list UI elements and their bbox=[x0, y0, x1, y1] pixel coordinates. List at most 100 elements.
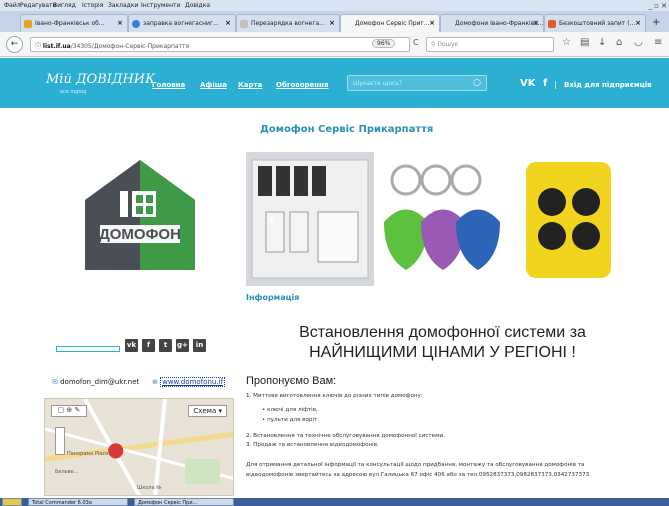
close-tab-icon[interactable]: × bbox=[225, 19, 231, 27]
menu-bookmarks[interactable]: Закладки bbox=[108, 2, 138, 9]
domofon-logo: ДОМОФОН bbox=[85, 160, 195, 270]
menu-history[interactable]: Історія bbox=[82, 2, 103, 9]
menu-hamburger-icon[interactable]: ≡ bbox=[654, 37, 662, 48]
taskbar-total-commander[interactable]: Total Commander 6.03a bbox=[28, 498, 128, 506]
map-label: Панорама Plaza bbox=[67, 451, 108, 457]
vk-icon[interactable]: VK bbox=[520, 78, 536, 89]
favicon-icon bbox=[24, 20, 32, 28]
twitter-share-icon[interactable]: t bbox=[159, 339, 172, 352]
details-line-2: відеодомофонів звертайтесь за адресою ву… bbox=[246, 472, 590, 478]
site-search-placeholder: Шукаєте щось? bbox=[353, 80, 402, 87]
email-contact[interactable]: ✉ domofon_dim@ukr.net bbox=[52, 378, 139, 386]
tab-domofony[interactable]: Домофони Івано-Франківс... × bbox=[440, 14, 544, 32]
headline-line-1: Встановлення домофонної системи за bbox=[299, 324, 586, 341]
website-link[interactable]: www.domofonu.if bbox=[160, 377, 225, 387]
library-icon[interactable]: ▤ bbox=[580, 37, 589, 48]
tab-title: Івано-Франківськ об... bbox=[35, 20, 105, 27]
tab-title: Домофон Сервіс Приг... bbox=[355, 20, 430, 27]
photo-gallery[interactable]: ‹ › bbox=[246, 152, 639, 286]
window-controls[interactable]: _ ▫ ✕ bbox=[648, 2, 667, 10]
facebook-icon[interactable]: f bbox=[543, 78, 547, 89]
zoom-control[interactable] bbox=[55, 427, 65, 455]
google-plus-share-icon[interactable]: g+ bbox=[176, 339, 189, 352]
close-tab-icon[interactable]: × bbox=[117, 19, 123, 27]
menu-help[interactable]: Довідка bbox=[185, 2, 210, 9]
bullet-text: ключі для ліфтів, bbox=[267, 407, 318, 413]
offer-bullet-2: • пульти для воріт. bbox=[262, 417, 320, 423]
map-type-select[interactable]: Схема ▾ bbox=[188, 405, 227, 417]
site-logo[interactable]: Мій ДОВІДНИК bbox=[46, 72, 155, 87]
url-path: /34305/Домофон-Сервіс-Прикарпаття bbox=[70, 43, 190, 50]
nav-afisha[interactable]: Афіша bbox=[200, 81, 227, 89]
tab-title: Перезарядка вогнега... bbox=[251, 20, 325, 27]
info-icon[interactable]: ⓘ bbox=[35, 43, 43, 50]
map-tools[interactable]: ▢ ⊕ ✎ bbox=[51, 405, 87, 417]
tab-strip: Івано-Франківськ об... × заправка вогнег… bbox=[0, 11, 669, 32]
site-search-input[interactable]: Шукаєте щось? ○ bbox=[347, 75, 487, 91]
tab-perezaryadka[interactable]: Перезарядка вогнега... × bbox=[236, 14, 340, 32]
favicon-icon bbox=[240, 20, 248, 28]
partners-login-link[interactable]: Вхід для підприємців bbox=[564, 81, 652, 89]
reload-icon[interactable]: C bbox=[413, 38, 419, 47]
tab-title: Домофони Івано-Франківс... bbox=[455, 20, 544, 27]
details-line-1: Для отримання детальної інформації та ко… bbox=[246, 462, 585, 468]
tab-info[interactable]: Інформація bbox=[246, 293, 299, 302]
nav-map[interactable]: Карта bbox=[238, 81, 262, 89]
navigation-toolbar: ← ⓘ list.if.ua/34305/Домофон-Сервіс-Прик… bbox=[0, 32, 669, 57]
nav-home[interactable]: Головна bbox=[152, 81, 185, 89]
new-tab-icon[interactable]: + bbox=[652, 17, 660, 28]
favicon-icon bbox=[548, 20, 556, 28]
location-map[interactable]: ▢ ⊕ ✎ Схема ▾ Панорама Plaza Школа № Бел… bbox=[44, 398, 234, 496]
url-bar[interactable]: ⓘ list.if.ua/34305/Домофон-Сервіс-Прикар… bbox=[30, 37, 410, 52]
linkedin-share-icon[interactable]: in bbox=[193, 339, 206, 352]
download-icon[interactable]: ↓ bbox=[598, 37, 606, 48]
tab-title: Безкоштовний запит (... bbox=[559, 20, 636, 27]
bullet-text: пульти для воріт. bbox=[267, 417, 320, 423]
map-pin-icon[interactable]: ● bbox=[107, 437, 124, 461]
menu-tools[interactable]: Інструменти bbox=[141, 2, 180, 9]
menu-edit[interactable]: Редагувати bbox=[20, 2, 56, 9]
search-placeholder: Пошук bbox=[437, 41, 459, 48]
start-button[interactable] bbox=[2, 498, 22, 506]
tab-ivano-frankivsk[interactable]: Івано-Франківськ об... × bbox=[20, 14, 128, 32]
menu-bar: Файл Редагувати Вигляд Історія Закладки … bbox=[0, 0, 669, 11]
offer-item-2: 2. Встановлення та технічне обслуговуван… bbox=[246, 433, 445, 439]
close-tab-icon[interactable]: × bbox=[329, 19, 335, 27]
url-domain: list.if.ua bbox=[42, 43, 71, 50]
headline-line-2: НАЙНИЩИМИ ЦІНАМИ У РЕГІОНІ ! bbox=[309, 344, 576, 361]
site-tagline: все поряд bbox=[60, 89, 87, 95]
divider: | bbox=[554, 80, 557, 89]
map-type-label: Схема bbox=[193, 407, 217, 415]
close-tab-icon[interactable]: × bbox=[429, 19, 435, 27]
tab-zapravka[interactable]: заправка вогнегасниг... × bbox=[128, 14, 236, 32]
map-label: Бельве... bbox=[55, 469, 79, 475]
os-taskbar: Total Commander 6.03a Домофон Сервіс При… bbox=[0, 498, 669, 506]
offer-item-1: 1. Миттєве виготовлення ключів до різних… bbox=[246, 393, 423, 399]
back-button[interactable]: ← bbox=[6, 36, 23, 53]
website-contact[interactable]: ⊕ www.domofonu.if bbox=[152, 377, 225, 387]
pocket-icon[interactable]: ◡ bbox=[634, 37, 643, 48]
tab-zapyt[interactable]: Безкоштовний запит (... × bbox=[544, 14, 646, 32]
menu-view[interactable]: Вигляд bbox=[53, 2, 76, 9]
email-text: domofon_dim@ukr.net bbox=[60, 378, 140, 386]
close-tab-icon[interactable]: × bbox=[533, 19, 539, 27]
site-header: Мій ДОВІДНИК все поряд Головна Афіша Кар… bbox=[0, 58, 669, 108]
bookmark-star-icon[interactable]: ☆ bbox=[562, 37, 571, 48]
prev-arrow-icon: ‹ bbox=[268, 208, 277, 233]
globe-icon: ⊕ bbox=[152, 378, 158, 386]
search-icon[interactable]: ○ bbox=[473, 78, 481, 88]
home-icon[interactable]: ⌂ bbox=[616, 37, 622, 48]
share-counter bbox=[56, 346, 120, 352]
search-input[interactable]: ⚲ Пошук bbox=[426, 37, 554, 52]
menu-file[interactable]: Файл bbox=[4, 2, 21, 9]
brand-name: ДОМОФОН bbox=[99, 226, 181, 243]
close-tab-icon[interactable]: × bbox=[635, 19, 641, 27]
offer-bullet-1: • ключі для ліфтів, bbox=[262, 407, 318, 413]
taskbar-browser[interactable]: Домофон Сервіс При... bbox=[134, 498, 234, 506]
zoom-level[interactable]: 96% bbox=[372, 39, 396, 48]
tab-domofon-active[interactable]: Домофон Сервіс Приг... × bbox=[340, 14, 440, 32]
vk-share-icon[interactable]: vk bbox=[125, 339, 138, 352]
facebook-share-icon[interactable]: f bbox=[142, 339, 155, 352]
offer-heading: Пропонуємо Вам: bbox=[246, 375, 337, 387]
nav-discussions[interactable]: Обговорення bbox=[276, 81, 328, 89]
